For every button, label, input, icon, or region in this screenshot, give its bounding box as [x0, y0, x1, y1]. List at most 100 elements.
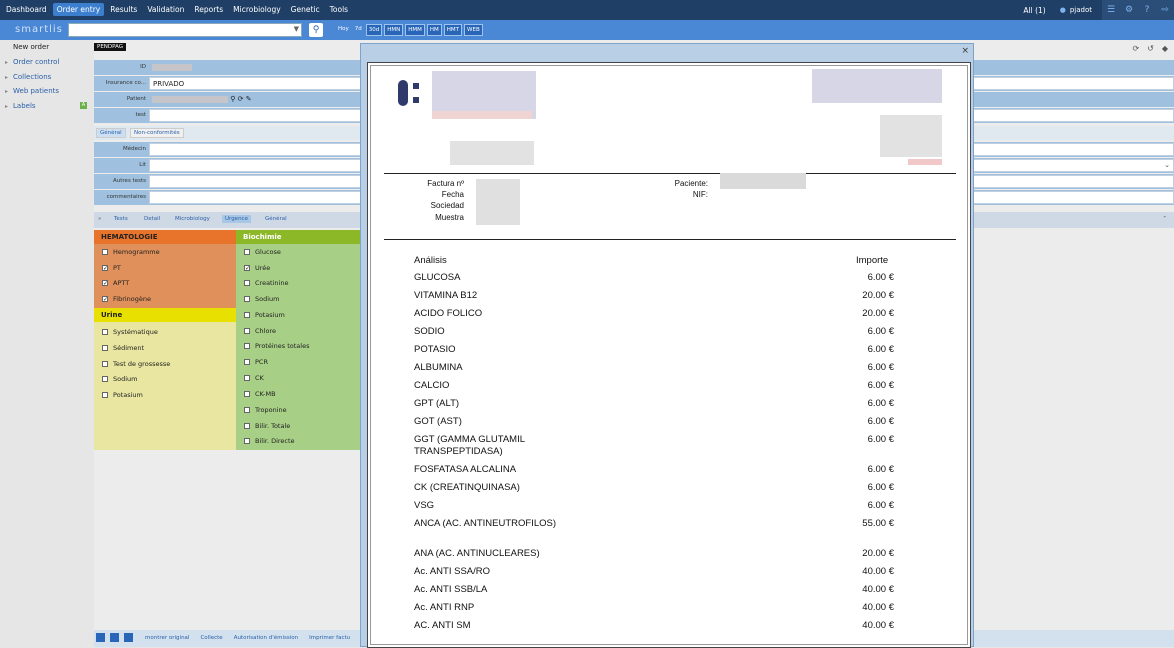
range-hmm[interactable]: HMM — [405, 24, 425, 36]
authorisation-link[interactable]: Autorisation d'émission — [234, 635, 298, 641]
menu-order-entry[interactable]: Order entry — [52, 3, 105, 16]
factura-label: Factura nº — [427, 179, 464, 188]
sidebar-item-web-patients[interactable]: ▸ Web patients — [5, 87, 59, 95]
test-item[interactable]: ✓ PT — [102, 264, 121, 272]
tab-general[interactable]: Général — [96, 128, 126, 138]
all-filter[interactable]: All (1) — [1023, 6, 1045, 15]
test-item[interactable]: ✓ APTT — [102, 279, 129, 287]
help-icon[interactable]: ? — [1138, 0, 1156, 20]
range-web[interactable]: WEB — [464, 24, 483, 36]
gear-icon[interactable]: ⚙ — [1120, 0, 1138, 20]
tab-non-conformites[interactable]: Non-conformités — [130, 128, 184, 138]
checkbox[interactable] — [102, 329, 108, 335]
checkbox[interactable] — [102, 361, 108, 367]
tab-tests[interactable]: Tests — [111, 215, 131, 223]
checkbox[interactable]: ✓ — [102, 280, 108, 287]
menu-results[interactable]: Results — [106, 3, 141, 16]
dropdown-arrow-icon[interactable]: ▼ — [294, 25, 299, 33]
checkbox[interactable]: ✓ — [102, 296, 108, 303]
range-hm[interactable]: HM — [426, 24, 442, 36]
test-item[interactable]: Systématique — [102, 328, 158, 336]
user-menu[interactable]: ● pjadot — [1060, 6, 1092, 14]
tab-urgence[interactable]: Urgence — [222, 215, 251, 223]
test-item[interactable]: Troponine — [244, 406, 287, 414]
checkbox[interactable] — [102, 392, 108, 398]
range-hmn[interactable]: HMN — [384, 24, 404, 36]
test-item[interactable]: Hemogramme — [102, 248, 160, 256]
test-item[interactable]: Chlore — [244, 327, 276, 335]
test-item[interactable]: ✓ Urée — [244, 264, 270, 272]
grid-icon[interactable] — [124, 633, 133, 642]
checkbox[interactable]: ✓ — [102, 265, 108, 272]
save-icon[interactable] — [96, 633, 105, 642]
test-item[interactable]: Test de grossesse — [102, 360, 170, 368]
test-item[interactable]: Bilir. Directe — [244, 437, 295, 445]
menu-microbiology[interactable]: Microbiology — [229, 3, 285, 16]
checkbox[interactable] — [244, 343, 250, 349]
test-item[interactable]: Creatinine — [244, 279, 288, 287]
test-item[interactable]: Potasium — [244, 311, 285, 319]
test-item[interactable]: PCR — [244, 358, 268, 366]
search-button[interactable]: ⚲ — [309, 23, 323, 37]
tab-general-tests[interactable]: Général — [262, 215, 290, 223]
collapse-icon[interactable]: » — [95, 215, 104, 223]
checkbox[interactable] — [244, 312, 250, 318]
sidebar-item-new-order[interactable]: New order — [13, 43, 49, 51]
close-icon[interactable]: × — [961, 46, 969, 56]
checkbox[interactable] — [102, 249, 108, 255]
undo-icon[interactable]: ↺ — [1147, 44, 1154, 53]
search-input[interactable]: ▼ — [68, 23, 302, 37]
test-item[interactable]: Protéines totales — [244, 342, 310, 350]
sociedad-label: Sociedad — [430, 201, 464, 210]
tab-microbiology[interactable]: Microbiology — [172, 215, 213, 223]
test-label: Urée — [255, 264, 271, 272]
menu-tools[interactable]: Tools — [326, 3, 352, 16]
menu-dashboard[interactable]: Dashboard — [2, 3, 51, 16]
checkbox[interactable] — [244, 249, 250, 255]
edit-icon[interactable]: ✎ — [246, 95, 252, 103]
search-icon[interactable]: ⚲ — [230, 95, 235, 103]
save-as-icon[interactable] — [110, 633, 119, 642]
checkbox[interactable] — [244, 328, 250, 334]
test-item[interactable]: CK-MB — [244, 390, 276, 398]
test-item[interactable]: Glucose — [244, 248, 281, 256]
expand-up-icon[interactable]: ⌃ — [1159, 215, 1170, 223]
sidebar-item-order-control[interactable]: ▸ Order control — [5, 58, 59, 66]
test-item[interactable]: Sédiment — [102, 344, 144, 352]
reload-icon[interactable]: ⟳ — [238, 95, 244, 103]
refresh-icon[interactable]: ⟳ — [1132, 44, 1139, 53]
checkbox[interactable] — [244, 423, 250, 429]
print-invoice-link[interactable]: Imprimer factu — [309, 635, 350, 641]
test-item[interactable]: Sodium — [244, 295, 280, 303]
checkbox[interactable] — [244, 438, 250, 444]
sidebar-item-collections[interactable]: ▸ Collections — [5, 73, 51, 81]
range-hoy[interactable]: Hoy — [336, 24, 351, 36]
show-original-link[interactable]: montrer original — [145, 635, 189, 641]
list-icon[interactable]: ☰ — [1102, 0, 1120, 20]
checkbox[interactable] — [244, 375, 250, 381]
collecte-link[interactable]: Collecte — [200, 635, 222, 641]
test-item[interactable]: Sodium — [102, 375, 138, 383]
test-item[interactable]: Potasium — [102, 391, 143, 399]
range-30d[interactable]: 30d — [365, 24, 383, 36]
checkbox[interactable] — [102, 376, 108, 382]
test-item[interactable]: CK — [244, 374, 264, 382]
range-hmt[interactable]: HMT — [443, 24, 463, 36]
sidebar-item-labels[interactable]: ▸ Labels — [5, 102, 36, 110]
checkbox[interactable]: ✓ — [244, 265, 250, 272]
checkbox[interactable] — [244, 359, 250, 365]
checkbox[interactable] — [244, 280, 250, 286]
test-item[interactable]: ✓ Fibrinogène — [102, 295, 151, 303]
menu-genetic[interactable]: Genetic — [287, 3, 324, 16]
tab-detail[interactable]: Detail — [141, 215, 163, 223]
test-item[interactable]: Bilir. Totale — [244, 422, 290, 430]
checkbox[interactable] — [244, 296, 250, 302]
menu-validation[interactable]: Validation — [143, 3, 188, 16]
tag-icon[interactable]: ◆ — [1162, 44, 1168, 53]
logout-icon[interactable]: ⇨ — [1156, 0, 1174, 20]
checkbox[interactable] — [102, 345, 108, 351]
menu-reports[interactable]: Reports — [190, 3, 227, 16]
range-7d[interactable]: 7d — [353, 24, 364, 36]
checkbox[interactable] — [244, 391, 250, 397]
checkbox[interactable] — [244, 407, 250, 413]
